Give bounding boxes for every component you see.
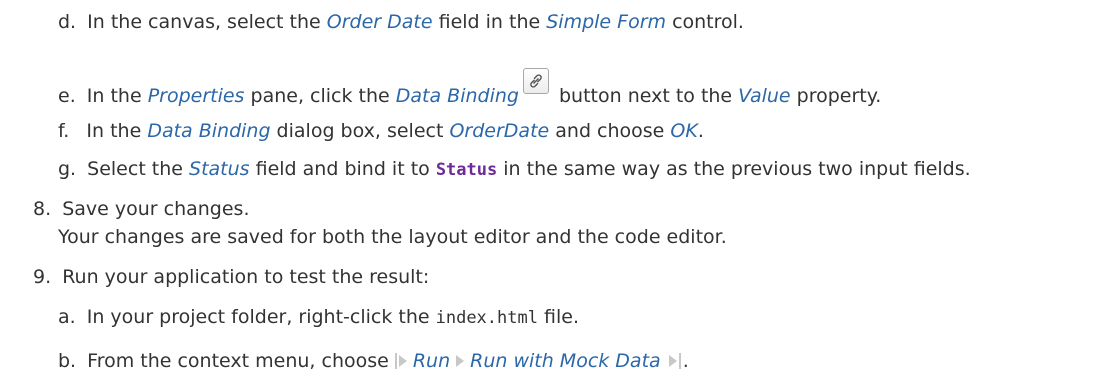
step-text: field and bind it to [249, 158, 436, 180]
step-text: file. [537, 306, 579, 328]
step-text: property. [790, 85, 882, 107]
step-a: a. In your project folder, right-click t… [58, 305, 579, 330]
menu-path-end-icon [667, 352, 683, 370]
step-text: From the context menu, choose [87, 350, 389, 372]
step-text: control. [666, 11, 744, 33]
step-8-result: Your changes are saved for both the layo… [58, 225, 727, 249]
ui-term-data-binding: Data Binding [147, 120, 271, 142]
step-text: in the same way as the previous two inpu… [497, 158, 971, 180]
link-icon [522, 68, 549, 94]
step-marker: a. [58, 306, 76, 328]
step-text: . [682, 350, 689, 372]
step-marker: b. [58, 350, 77, 372]
ui-term-value: Value [738, 85, 791, 107]
menu-item-run: Run [412, 350, 451, 372]
step-marker: d. [58, 11, 77, 33]
step-text: . [697, 120, 704, 142]
ui-term-order-date: Order Date [326, 11, 433, 33]
ui-term-ok: OK [670, 120, 698, 142]
step-marker: 9. [33, 266, 52, 288]
ui-term-data-binding: Data Binding [395, 85, 519, 107]
step-marker: e. [58, 85, 76, 107]
step-b: b. From the context menu, choose Run Run w… [58, 349, 689, 373]
step-result-text: Your changes are saved for both the layo… [58, 226, 727, 248]
step-text: dialog box, select [270, 120, 450, 142]
step-e: e. In the Properties pane, click the Dat… [58, 68, 882, 108]
code-filename: index.html [435, 308, 538, 328]
step-marker: f. [58, 120, 70, 142]
step-text: pane, click the [244, 85, 396, 107]
menu-path-arrow-icon [454, 350, 466, 367]
ui-term-orderdate: OrderDate [449, 120, 550, 142]
step-text: In the canvas, select the [87, 11, 327, 33]
menu-path-start-icon [394, 352, 409, 370]
code-status: Status [435, 160, 498, 180]
step-text: In your project folder, right-click the [86, 306, 436, 328]
step-text: Run your application to test the result: [62, 266, 430, 288]
step-text: Select the [87, 158, 190, 180]
ui-term-properties: Properties [147, 85, 245, 107]
step-text: field in the [432, 11, 547, 33]
step-g: g. Select the Status field and bind it t… [58, 157, 971, 182]
ui-term-simple-form: Simple Form [546, 11, 667, 33]
step-marker: g. [58, 158, 77, 180]
ui-term-status: Status [189, 158, 250, 180]
step-text: and choose [549, 120, 671, 142]
step-9: 9. Run your application to test the resu… [33, 265, 429, 289]
menu-item-run-with-mock-data: Run with Mock Data [470, 350, 661, 372]
step-text: In the [86, 120, 148, 142]
step-d: d. In the canvas, select the Order Date … [58, 10, 744, 34]
step-text: In the [86, 85, 148, 107]
step-text: button next to the [552, 85, 739, 107]
step-f: f. In the Data Binding dialog box, selec… [58, 119, 704, 143]
step-text: Save your changes. [62, 198, 250, 220]
step-marker: 8. [33, 198, 52, 220]
step-8: 8. Save your changes. [33, 197, 250, 221]
